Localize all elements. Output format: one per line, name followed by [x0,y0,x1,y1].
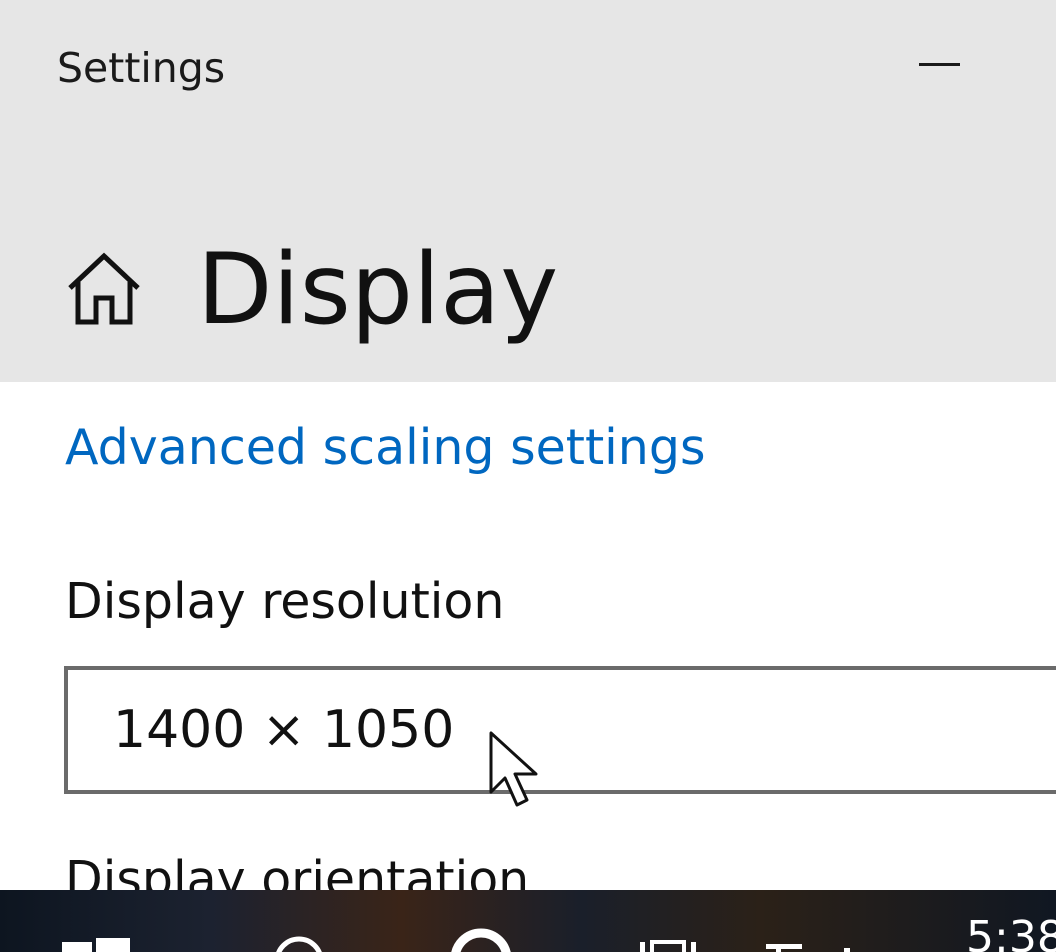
settings-window: Settings Display Advanced scaling settin… [0,0,1056,890]
minimize-icon [919,63,960,66]
cortana-button[interactable] [450,928,512,952]
display-settings-content: Advanced scaling settings Display resolu… [0,382,1056,890]
home-button[interactable] [56,246,152,336]
taskbar-clock[interactable]: 5:38 [966,912,1056,952]
title-header: Settings Display [0,0,1056,382]
cortana-icon [451,928,511,952]
app-title: Settings [57,44,226,92]
start-button[interactable] [62,928,130,952]
search-icon [276,936,322,952]
windows-start-icon [62,938,130,952]
store-button[interactable] [766,940,856,952]
advanced-scaling-settings-link[interactable]: Advanced scaling settings [65,418,705,478]
taskbar: 5:38 [0,890,1056,952]
home-icon [68,252,140,325]
search-button[interactable] [272,934,326,952]
display-resolution-label: Display resolution [65,573,505,630]
task-view-button[interactable] [638,938,698,952]
task-view-icon [640,940,696,952]
page-title: Display [197,233,559,347]
display-resolution-dropdown[interactable]: 1400 × 1050 [64,666,1056,794]
store-icon [766,944,850,952]
display-resolution-value: 1400 × 1050 [113,700,455,760]
minimize-button[interactable] [900,30,980,98]
display-orientation-label: Display orientation [65,851,530,890]
